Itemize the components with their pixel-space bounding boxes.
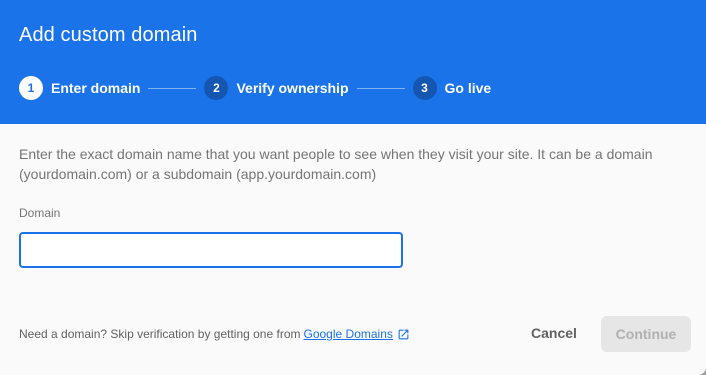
step-connector	[148, 87, 197, 89]
footer-note-text: Need a domain? Skip verification by gett…	[19, 327, 301, 341]
add-custom-domain-dialog: Add custom domain 1 Enter domain 2 Verif…	[0, 0, 706, 375]
step-3-number: 3	[412, 76, 437, 100]
dialog-header: Add custom domain 1 Enter domain 2 Verif…	[0, 0, 706, 124]
open-in-new-icon[interactable]	[397, 328, 410, 341]
google-domains-link[interactable]: Google Domains	[304, 327, 393, 341]
step-go-live: 3 Go live	[412, 76, 492, 100]
domain-input[interactable]	[19, 232, 403, 268]
step-verify-ownership: 2 Verify ownership	[204, 76, 349, 100]
step-3-label: Go live	[444, 80, 492, 96]
step-1-label: Enter domain	[51, 80, 141, 96]
step-2-number: 2	[204, 76, 229, 100]
stepper: 1 Enter domain 2 Verify ownership 3 Go l…	[19, 76, 491, 100]
dialog-title: Add custom domain	[19, 24, 198, 46]
step-1-number: 1	[19, 76, 43, 100]
step-enter-domain: 1 Enter domain	[19, 76, 140, 100]
continue-button[interactable]: Continue	[601, 316, 691, 352]
step-2-label: Verify ownership	[236, 80, 349, 96]
footer-note: Need a domain? Skip verification by gett…	[19, 327, 410, 341]
step-connector	[356, 87, 405, 89]
domain-field-label: Domain	[19, 206, 61, 220]
cancel-button[interactable]: Cancel	[520, 317, 588, 349]
dialog-description: Enter the exact domain name that you wan…	[19, 146, 653, 182]
